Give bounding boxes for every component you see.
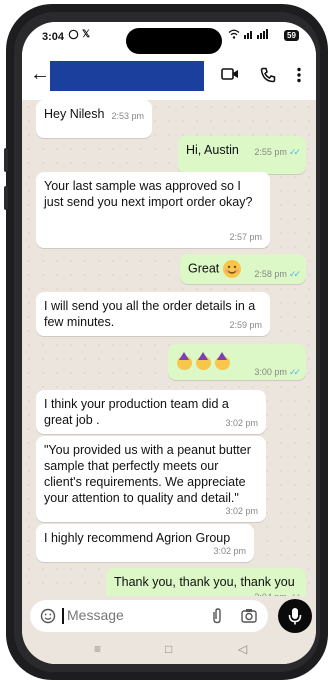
signal-icon bbox=[244, 29, 278, 42]
message-incoming[interactable]: I will send you all the order details in… bbox=[36, 292, 270, 336]
wifi-icon bbox=[228, 29, 240, 42]
status-bar: 3:04 𝕏 59 bbox=[22, 22, 316, 56]
screen: 3:04 𝕏 59 ← Hey Nilesh 2:53 pm Hi, Austi… bbox=[22, 22, 316, 664]
message-text: Thank you, thank you, thank you bbox=[114, 575, 295, 589]
read-receipt-icon: ✓✓ bbox=[288, 367, 301, 377]
phone-call-icon[interactable] bbox=[260, 67, 276, 87]
message-time: 3:02 pm bbox=[225, 503, 258, 519]
message-time: 3:02 pm bbox=[213, 543, 246, 559]
message-incoming[interactable]: I think your production team did a great… bbox=[36, 390, 266, 434]
message-time: 2:55 pm ✓✓ bbox=[254, 144, 301, 160]
message-input[interactable]: Message bbox=[67, 607, 124, 623]
time-label: 2:58 pm bbox=[254, 269, 287, 279]
message-input-box[interactable]: Message bbox=[30, 600, 268, 632]
recents-nav-icon[interactable]: ≡ bbox=[94, 642, 101, 656]
read-receipt-icon: ✓✓ bbox=[288, 269, 301, 279]
time-label: 2:53 pm bbox=[111, 111, 144, 121]
message-incoming[interactable]: Your last sample was approved so I just … bbox=[36, 172, 270, 248]
partying-face-emoji bbox=[176, 352, 194, 370]
video-call-icon[interactable] bbox=[221, 67, 239, 85]
home-nav-icon[interactable]: □ bbox=[165, 642, 172, 656]
message-text: "You provided us with a peanut butter sa… bbox=[44, 443, 251, 505]
contact-name-redacted[interactable] bbox=[50, 61, 204, 91]
arrow-left-icon[interactable]: ← bbox=[30, 64, 50, 84]
time-label: 2:55 pm bbox=[254, 147, 287, 157]
message-outgoing[interactable]: Great 2:58 pm ✓✓ bbox=[180, 254, 306, 284]
message-time: 2:59 pm bbox=[229, 317, 262, 333]
message-time: 2:57 pm bbox=[229, 229, 262, 245]
x-notification-icon: 𝕏 bbox=[82, 29, 91, 40]
chat-area[interactable]: Hey Nilesh 2:53 pm Hi, Austin 2:55 pm ✓✓ … bbox=[22, 100, 316, 608]
microphone-button[interactable] bbox=[278, 599, 312, 633]
back-nav-icon[interactable]: ◁ bbox=[238, 642, 247, 656]
status-time: 3:04 bbox=[42, 31, 65, 43]
battery-icon: 59 bbox=[284, 30, 299, 41]
message-time: 2:53 pm bbox=[111, 108, 144, 124]
time-label: 2:59 pm bbox=[229, 320, 262, 330]
whatsapp-notification-icon bbox=[68, 29, 79, 43]
message-text: Your last sample was approved so I just … bbox=[44, 179, 253, 209]
volume-button bbox=[4, 186, 8, 210]
message-incoming[interactable]: "You provided us with a peanut butter sa… bbox=[36, 436, 266, 522]
read-receipt-icon: ✓✓ bbox=[288, 147, 301, 157]
message-incoming[interactable]: Hey Nilesh 2:53 pm bbox=[36, 100, 152, 138]
battery-level: 59 bbox=[284, 30, 299, 41]
microphone-icon bbox=[288, 608, 302, 625]
message-outgoing[interactable]: Hi, Austin 2:55 pm ✓✓ bbox=[178, 136, 306, 174]
time-label: 3:02 pm bbox=[213, 546, 246, 556]
time-label: 2:57 pm bbox=[229, 232, 262, 242]
chat-header: ← bbox=[22, 56, 316, 100]
message-time: 2:58 pm ✓✓ bbox=[254, 266, 301, 282]
partying-face-emoji bbox=[195, 352, 213, 370]
volume-button bbox=[4, 148, 8, 172]
message-text: Great bbox=[188, 261, 220, 276]
text-cursor bbox=[62, 608, 64, 624]
emoji-sticker-icon[interactable] bbox=[40, 608, 56, 628]
camera-icon[interactable] bbox=[241, 608, 257, 627]
attachment-icon[interactable] bbox=[212, 608, 222, 628]
message-time: 3:00 pm ✓✓ bbox=[254, 364, 301, 380]
time-label: 3:00 pm bbox=[254, 367, 287, 377]
partying-face-emoji bbox=[214, 352, 232, 370]
time-label: 3:02 pm bbox=[225, 418, 258, 428]
message-time: 3:02 pm bbox=[225, 415, 258, 431]
message-incoming[interactable]: I highly recommend Agrion Group 3:02 pm bbox=[36, 524, 254, 562]
android-nav-bar: ≡ □ ◁ bbox=[22, 640, 316, 664]
message-outgoing[interactable]: 3:00 pm ✓✓ bbox=[168, 344, 306, 380]
smiling-face-emoji bbox=[222, 260, 241, 278]
time-label: 3:02 pm bbox=[225, 506, 258, 516]
more-vert-icon[interactable] bbox=[297, 67, 301, 87]
dynamic-island bbox=[126, 28, 222, 54]
